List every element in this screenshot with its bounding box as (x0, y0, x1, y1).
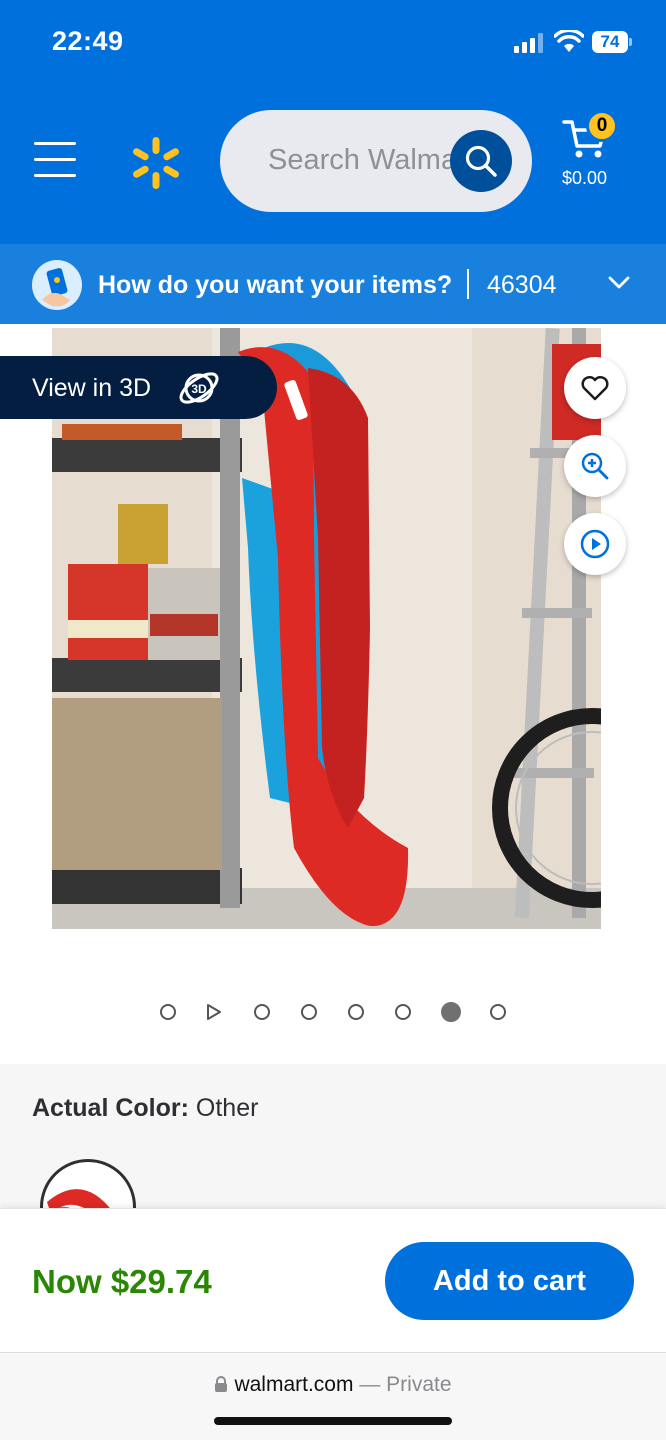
3d-view-icon: 3D (179, 372, 219, 404)
chevron-down-icon[interactable] (608, 276, 630, 290)
clock: 22:49 (52, 26, 124, 56)
menu-button[interactable] (34, 142, 76, 180)
cellular-signal-icon (514, 33, 543, 53)
wifi-icon (554, 30, 584, 52)
color-value: Other (195, 1094, 259, 1122)
heart-icon (581, 375, 609, 401)
gallery-pagination (0, 998, 666, 1026)
cart-count-badge: 0 (586, 110, 618, 142)
zoom-in-icon (581, 452, 609, 480)
search-icon (465, 145, 497, 177)
gallery-dot[interactable] (490, 1004, 506, 1020)
gallery-dot-active[interactable] (441, 1002, 461, 1022)
play-video-button[interactable] (564, 513, 626, 575)
browser-url-bar[interactable]: walmart.com — Private (0, 1352, 666, 1440)
add-to-cart-button[interactable]: Add to cart (385, 1242, 634, 1320)
play-icon (580, 529, 610, 559)
gallery-dot[interactable] (301, 1004, 317, 1020)
gallery-dot[interactable] (254, 1004, 270, 1020)
battery-level: 74 (600, 32, 620, 51)
url-domain: walmart.com (234, 1373, 354, 1396)
gallery-dot[interactable] (160, 1004, 176, 1020)
search-placeholder: Search Walmart (268, 144, 454, 176)
status-bar: 22:49 74 (0, 0, 666, 80)
view-in-3d-label: View in 3D (32, 374, 152, 402)
cart-button[interactable]: 0 $0.00 (556, 110, 626, 192)
zoom-button[interactable] (564, 435, 626, 497)
divider (467, 269, 469, 299)
search-input[interactable]: Search Walmart (220, 110, 532, 212)
zip-code: 46304 (487, 271, 557, 299)
home-indicator[interactable] (214, 1417, 452, 1425)
gallery-dot[interactable] (395, 1004, 411, 1020)
page: 22:49 74 Search Walma 0 $0.00 How do you… (0, 0, 666, 1440)
search-button[interactable] (450, 130, 512, 192)
buy-bar: Now $29.74 Add to cart (0, 1208, 666, 1352)
price: Now $29.74 (32, 1263, 212, 1300)
lock-icon (215, 1376, 228, 1392)
phone-hand-icon (32, 260, 82, 310)
fulfillment-selector[interactable]: How do you want your items? 46304 (0, 244, 666, 324)
cart-total: $0.00 (562, 168, 608, 188)
header: 22:49 74 Search Walma 0 $0.00 (0, 0, 666, 244)
fulfillment-question: How do you want your items? (98, 271, 453, 299)
view-in-3d-button[interactable]: View in 3D 3D (0, 356, 277, 419)
url-display[interactable]: walmart.com — Private (0, 1373, 666, 1397)
color-section: Actual Color: Other (0, 1064, 666, 1255)
walmart-spark-logo[interactable] (128, 135, 184, 191)
battery-icon: 74 (592, 31, 632, 53)
color-label: Actual Color: Other (32, 1094, 259, 1122)
3d-icon-text: 3D (191, 382, 207, 396)
favorite-button[interactable] (564, 357, 626, 419)
private-mode-label: — Private (359, 1373, 452, 1396)
gallery-video-dot-icon[interactable] (206, 1003, 222, 1021)
hamburger-icon (34, 142, 76, 145)
gallery-dot[interactable] (348, 1004, 364, 1020)
